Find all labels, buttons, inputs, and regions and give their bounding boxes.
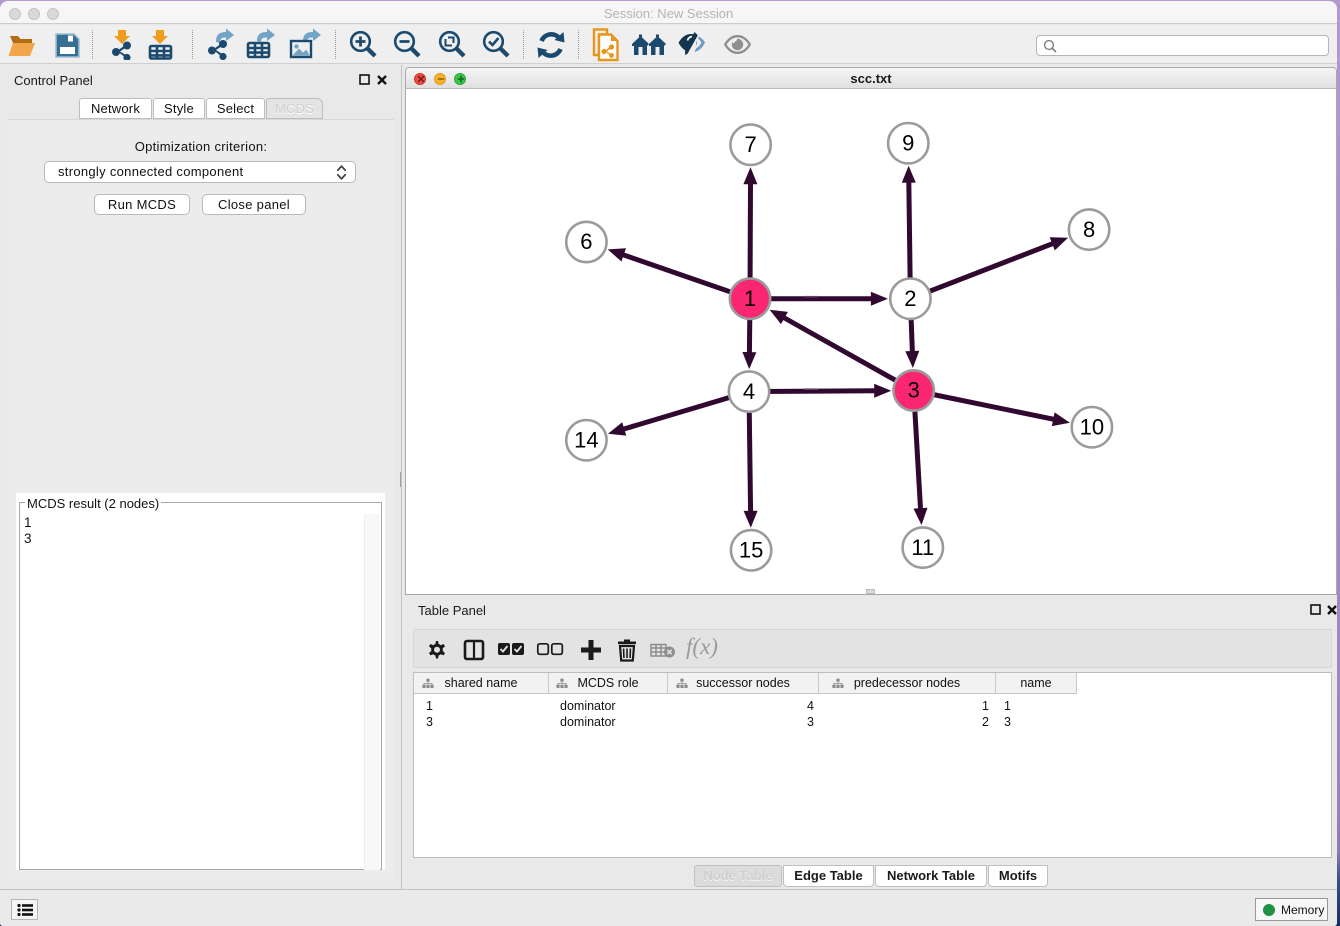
- svg-text:8: 8: [1083, 217, 1095, 242]
- svg-text:3: 3: [908, 378, 920, 403]
- svg-text:7: 7: [744, 132, 756, 157]
- svg-text:9: 9: [902, 130, 914, 155]
- svg-text:10: 10: [1080, 414, 1104, 439]
- svg-text:1: 1: [744, 286, 756, 311]
- svg-text:15: 15: [739, 538, 763, 563]
- svg-text:11: 11: [911, 535, 934, 560]
- svg-text:4: 4: [743, 379, 755, 404]
- svg-text:6: 6: [580, 229, 592, 254]
- svg-text:2: 2: [904, 286, 916, 311]
- svg-text:14: 14: [574, 427, 598, 452]
